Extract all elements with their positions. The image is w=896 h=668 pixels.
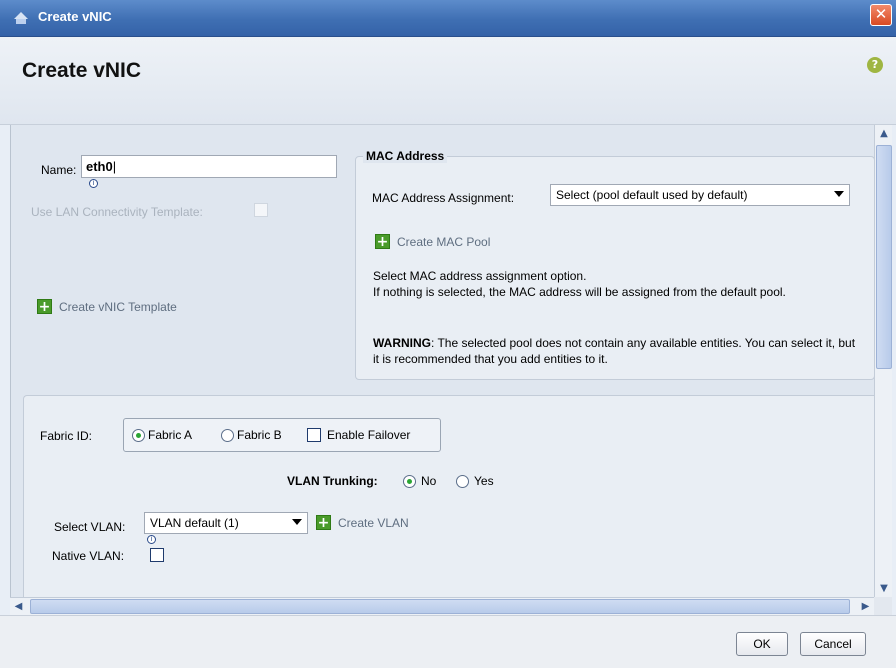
vertical-scrollbar[interactable]: ▲ ▼ — [874, 125, 892, 597]
fabric-a-radio[interactable] — [132, 429, 145, 442]
chevron-down-icon — [834, 191, 844, 197]
mac-assignment-value: Select (pool default used by default) — [556, 188, 748, 202]
fabric-b-radio[interactable] — [221, 429, 234, 442]
horizontal-scroll-thumb[interactable] — [30, 599, 850, 614]
vlan-trunking-yes-label: Yes — [474, 474, 494, 488]
app-icon — [14, 12, 28, 24]
vlan-trunking-yes-radio[interactable] — [456, 475, 469, 488]
vlan-info-icon[interactable]: i — [147, 535, 156, 544]
mac-help-text: Select MAC address assignment option. If… — [373, 268, 863, 300]
enable-failover-label: Enable Failover — [327, 428, 411, 442]
help-icon[interactable]: ? — [867, 57, 883, 73]
fabric-b-label: Fabric B — [237, 428, 282, 442]
cancel-button[interactable]: Cancel — [800, 632, 866, 656]
mac-address-group-title: MAC Address — [363, 149, 448, 163]
scroll-down-icon[interactable]: ▼ — [876, 580, 892, 597]
select-vlan-label: Select VLAN: — [54, 520, 126, 534]
fabric-id-group: Fabric A Fabric B Enable Failover — [123, 418, 441, 452]
name-label: Name: — [41, 163, 77, 177]
horizontal-scrollbar[interactable]: ◀ ▶ — [10, 597, 874, 615]
add-mac-pool-icon[interactable]: + — [375, 234, 390, 249]
vlan-trunking-no-label: No — [421, 474, 437, 488]
mac-assignment-select[interactable]: Select (pool default used by default) — [550, 184, 850, 206]
scroll-right-icon[interactable]: ▶ — [857, 599, 874, 615]
use-template-checkbox[interactable] — [254, 203, 268, 217]
scroll-left-icon[interactable]: ◀ — [10, 599, 27, 615]
scroll-up-icon[interactable]: ▲ — [876, 125, 892, 142]
native-vlan-label: Native VLAN: — [52, 549, 125, 563]
dialog-footer: OK Cancel — [0, 615, 896, 668]
create-vlan-link[interactable]: Create VLAN — [338, 516, 409, 530]
mac-assignment-label: MAC Address Assignment: — [372, 191, 515, 205]
fabric-a-label: Fabric A — [148, 428, 193, 442]
scroll-corner — [874, 597, 892, 615]
vlan-trunking-label: VLAN Trunking: — [287, 474, 378, 488]
mac-help-line1: Select MAC address assignment option. — [373, 269, 587, 283]
mac-warning-text: WARNING: The selected pool does not cont… — [373, 335, 863, 367]
enable-failover-checkbox[interactable] — [307, 428, 321, 442]
ok-button[interactable]: OK — [736, 632, 788, 656]
vlan-select-value: VLAN default (1) — [150, 516, 239, 530]
native-vlan-checkbox[interactable] — [150, 548, 164, 562]
window-titlebar: Create vNIC ✕ — [0, 0, 896, 37]
vlan-trunking-no-radio[interactable] — [403, 475, 416, 488]
add-vlan-icon[interactable]: + — [316, 515, 331, 530]
use-template-label: Use LAN Connectivity Template: — [31, 205, 203, 219]
content-pane: Name: eth0| i Use LAN Connectivity Templ… — [10, 125, 874, 597]
name-value: eth0 — [86, 159, 113, 174]
name-info-icon[interactable]: i — [89, 179, 98, 188]
window-title: Create vNIC — [38, 9, 112, 24]
mac-help-line2: If nothing is selected, the MAC address … — [373, 285, 786, 299]
add-template-icon[interactable]: + — [37, 299, 52, 314]
dialog-header: Create vNIC ? — [0, 37, 896, 125]
create-vnic-template-link[interactable]: Create vNIC Template — [59, 300, 177, 314]
chevron-down-icon — [292, 519, 302, 525]
page-title: Create vNIC — [22, 59, 142, 82]
name-input[interactable]: eth0| — [81, 155, 337, 178]
close-button[interactable]: ✕ — [870, 4, 892, 26]
fabric-id-label: Fabric ID: — [40, 429, 93, 443]
vlan-select[interactable]: VLAN default (1) — [144, 512, 308, 534]
warning-body: : The selected pool does not contain any… — [373, 336, 856, 366]
vertical-scroll-thumb[interactable] — [876, 145, 892, 369]
fabric-vlan-section: Fabric ID: Fabric A Fabric B Enable Fail… — [23, 395, 874, 597]
warning-label: WARNING — [373, 336, 431, 350]
create-mac-pool-link[interactable]: Create MAC Pool — [397, 235, 490, 249]
